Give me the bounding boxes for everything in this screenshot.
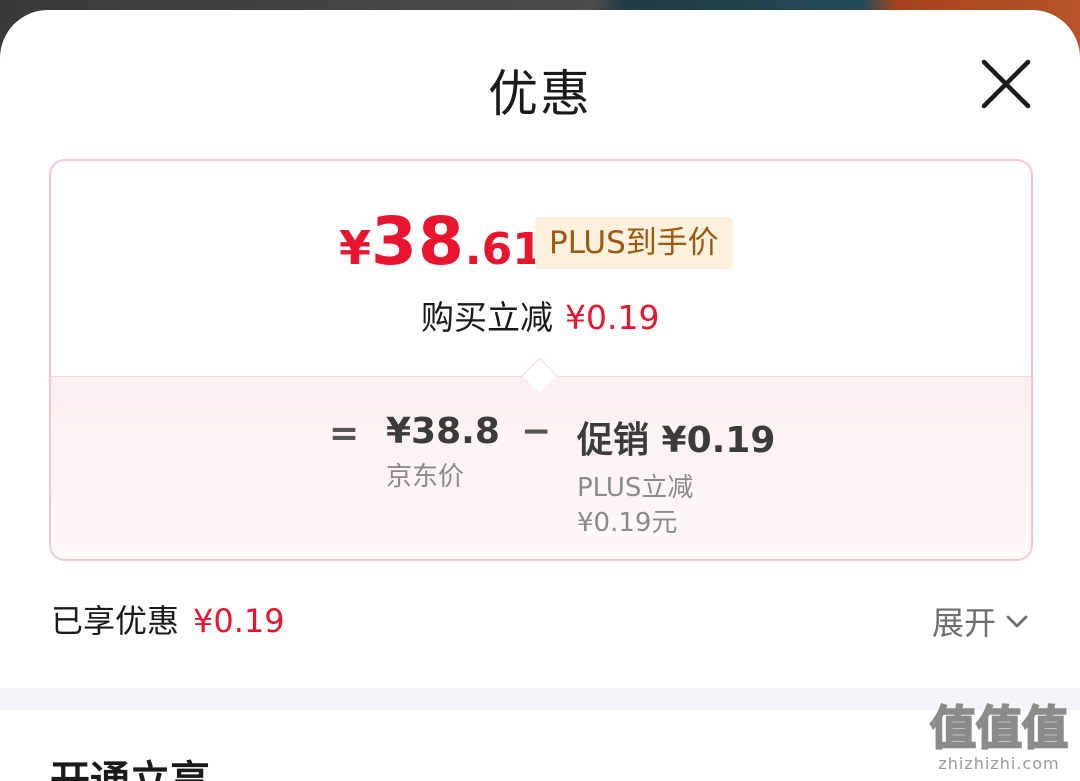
price-decimal: .61 — [464, 224, 543, 275]
currency-symbol: ¥ — [339, 221, 372, 275]
instant-reduction: 购买立减 ¥0.19 — [421, 291, 659, 339]
equals-sign: = — [329, 413, 360, 454]
watermark-domain: zhizhizhi.com — [938, 754, 1060, 773]
promo-sub-amount: ¥0.19元 — [577, 508, 678, 538]
discount-sheet: 优惠 ¥38.61 PLUS到手价 购买立减 ¥0.19 = ¥38.8 京东价 … — [0, 10, 1080, 781]
watermark-logo: 值值值 — [929, 701, 1069, 755]
enjoyed-discount-amount: ¥0.19 — [193, 602, 285, 640]
final-price: ¥38.61 — [339, 203, 543, 280]
base-price-amount: ¥38.8 — [386, 411, 500, 452]
enjoyed-discount-label: 已享优惠 — [51, 602, 180, 640]
promo-block: 促销 ¥0.19 PLUS立减 ¥0.19元 — [577, 411, 775, 542]
instant-reduction-amount: ¥0.19 — [565, 298, 660, 337]
section-divider — [0, 688, 1080, 710]
price-breakdown-card: ¥38.61 PLUS到手价 购买立减 ¥0.19 = ¥38.8 京东价 − 促… — [49, 159, 1033, 561]
membership-section-title: 开通立享 — [50, 758, 210, 781]
promo-amount: 促销 ¥0.19 — [577, 420, 776, 461]
expand-label: 展开 — [931, 604, 996, 642]
expand-button[interactable]: 展开 — [932, 598, 1030, 644]
enjoyed-discount-row: 已享优惠 ¥0.19 — [51, 596, 285, 642]
calculation-panel — [51, 376, 1031, 559]
minus-sign: − — [521, 411, 552, 452]
close-icon — [981, 59, 1031, 109]
plus-price-badge: PLUS到手价 — [535, 217, 733, 269]
promo-label: PLUS立减 — [577, 473, 694, 503]
base-price-block: ¥38.8 京东价 — [386, 411, 500, 493]
chevron-down-icon — [1006, 615, 1028, 628]
sheet-title: 优惠 — [488, 65, 592, 123]
instant-reduction-label: 购买立减 — [421, 298, 553, 337]
site-watermark: 值值值 zhizhizhi.com — [929, 701, 1069, 773]
base-price-label: 京东价 — [386, 462, 465, 492]
price-integer: 38 — [371, 203, 465, 280]
close-button[interactable] — [978, 56, 1034, 112]
